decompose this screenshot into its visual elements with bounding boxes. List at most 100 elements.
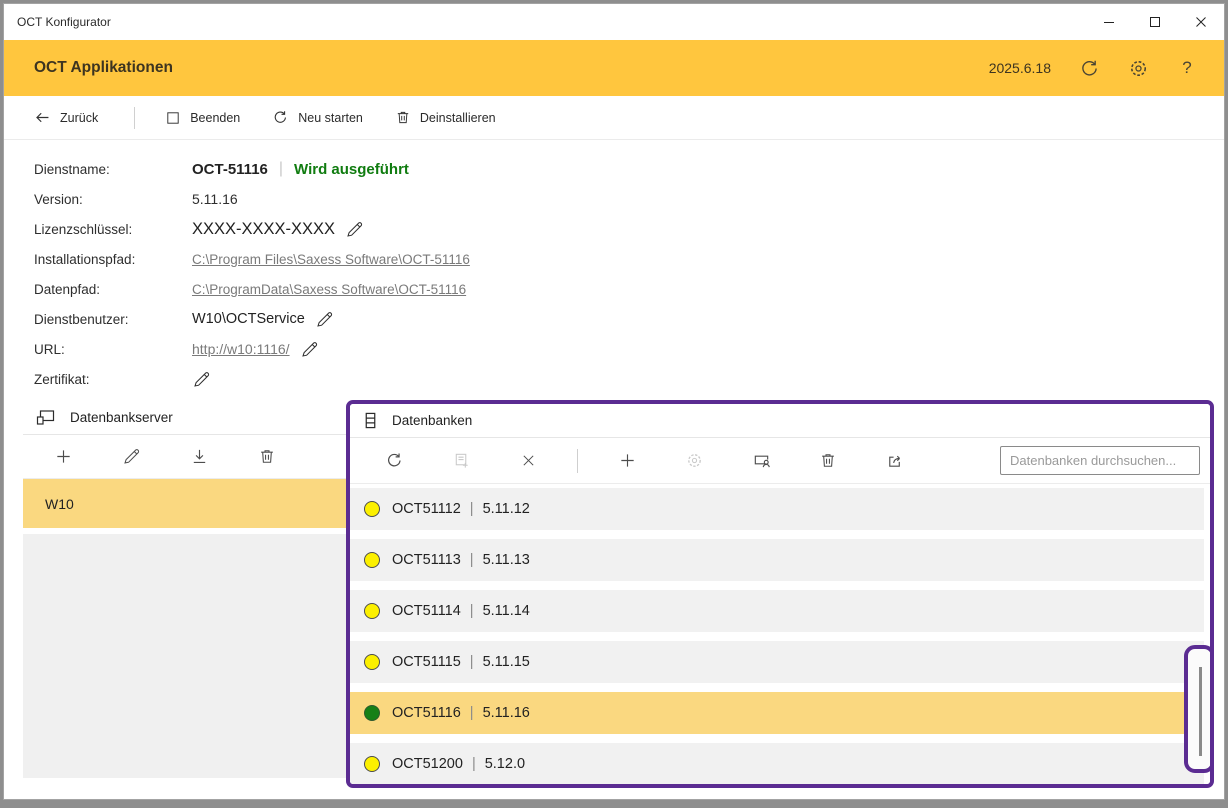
database-settings-button[interactable] (676, 445, 712, 477)
edit-license-pencil-icon[interactable] (345, 220, 364, 239)
add-server-button[interactable] (45, 441, 81, 473)
database-version: 5.12.0 (485, 756, 525, 772)
edit-certificate-pencil-icon[interactable] (192, 370, 211, 389)
database-name: OCT51116 (392, 705, 461, 721)
database-separator: | (470, 501, 474, 517)
delete-server-button[interactable] (249, 441, 285, 473)
database-separator: | (470, 603, 474, 619)
database-list-item[interactable]: OCT51200 | 5.12.0 (350, 743, 1204, 785)
refresh-databases-button[interactable] (376, 445, 412, 477)
new-from-template-button[interactable] (443, 445, 479, 477)
status-dot-yellow (364, 654, 380, 670)
stop-label: Beenden (190, 111, 240, 125)
edit-user-pencil-icon[interactable] (315, 310, 334, 329)
detail-row-datenpfad: Datenpfad: C:\ProgramData\Saxess Softwar… (34, 274, 1224, 304)
import-server-button[interactable] (181, 441, 217, 473)
status-dot-yellow (364, 756, 380, 772)
add-database-button[interactable] (609, 445, 645, 477)
action-toolbar: Zurück Beenden Neu starten Deinstalliere… (4, 96, 1224, 140)
share-export-button[interactable] (877, 445, 913, 477)
edit-url-pencil-icon[interactable] (300, 340, 319, 359)
devices-icon (35, 408, 57, 427)
database-separator: | (472, 756, 476, 772)
database-separator: | (470, 552, 474, 568)
license-key-value: XXXX-XXXX-XXXX (192, 220, 335, 239)
server-list-item[interactable]: W10 (23, 479, 346, 528)
database-name: OCT51115 (392, 654, 461, 670)
main-area: Dienstname: OCT-51116 | Wird ausgeführt … (4, 140, 1224, 800)
database-name: OCT51112 (392, 501, 461, 517)
toolbar-separator (134, 107, 135, 129)
minimize-button[interactable] (1086, 4, 1132, 40)
server-list: W10 (23, 479, 346, 782)
service-status-badge: Wird ausgeführt (294, 161, 409, 178)
uninstall-button[interactable]: Deinstallieren (395, 109, 496, 126)
database-version: 5.11.12 (483, 501, 530, 517)
detail-row-zertifikat: Zertifikat: (34, 364, 1224, 394)
database-list-item[interactable]: OCT51114|5.11.14 (350, 590, 1204, 632)
back-button[interactable]: Zurück (34, 109, 98, 126)
detail-row-dienstbenutzer: Dienstbenutzer: W10\OCTService (34, 304, 1224, 334)
delete-database-button[interactable] (810, 445, 846, 477)
version-value: 5.11.16 (192, 191, 238, 207)
field-label: Installationspfad: (34, 252, 192, 267)
database-separator: | (470, 654, 474, 670)
edit-server-button[interactable] (113, 441, 149, 473)
database-separator: | (470, 705, 474, 721)
server-toolbar (23, 435, 346, 479)
database-name: OCT51200 (392, 756, 463, 772)
database-list-item[interactable]: OCT51112 | 5.11.12 (350, 488, 1204, 530)
field-label: URL: (34, 342, 192, 357)
database-name: OCT51114 (392, 603, 461, 619)
database-icon (362, 411, 379, 430)
server-list-empty-area (23, 534, 346, 778)
manage-access-button[interactable] (743, 445, 779, 477)
database-search-input[interactable] (1000, 446, 1200, 475)
help-icon[interactable]: ? (1176, 57, 1198, 79)
gear-icon[interactable] (1127, 57, 1149, 79)
search-wrap (1000, 446, 1200, 475)
maximize-button[interactable] (1132, 4, 1178, 40)
field-label: Zertifikat: (34, 372, 192, 387)
database-list-item[interactable]: OCT51116 | 5.11.16 (350, 692, 1204, 734)
status-dot-yellow (364, 552, 380, 568)
database-list-item[interactable]: OCT51113 | 5.11.13 (350, 539, 1204, 581)
detail-row-dienstname: Dienstname: OCT-51116 | Wird ausgeführt (34, 154, 1224, 184)
database-server-panel: Datenbankserver (23, 401, 346, 782)
close-button[interactable] (1178, 4, 1224, 40)
version-date: 2025.6.18 (989, 60, 1051, 76)
uninstall-label: Deinstallieren (420, 111, 496, 125)
refresh-icon[interactable] (1078, 57, 1100, 79)
service-url-link[interactable]: http://w10:1116/ (192, 341, 290, 357)
scrollbar-thumb[interactable] (1199, 667, 1202, 756)
install-path-link[interactable]: C:\Program Files\Saxess Software\OCT-511… (192, 252, 470, 267)
detail-row-installationspfad: Installationspfad: C:\Program Files\Saxe… (34, 244, 1224, 274)
scrollbar-focus-outline (1184, 645, 1214, 773)
database-version: 5.11.16 (483, 705, 530, 721)
database-list-item[interactable]: OCT51115|5.11.15 (350, 641, 1204, 683)
server-name: W10 (45, 496, 74, 512)
status-dot-yellow (364, 603, 380, 619)
detach-database-button[interactable] (510, 445, 546, 477)
app-window: OCT Konfigurator OCT Applikationen 2025.… (3, 3, 1225, 800)
status-dot-yellow (364, 501, 380, 517)
restart-service-button[interactable]: Neu starten (272, 109, 363, 126)
databases-panel-title: Datenbanken (392, 413, 472, 428)
field-label: Datenpfad: (34, 282, 192, 297)
data-path-link[interactable]: C:\ProgramData\Saxess Software\OCT-51116 (192, 282, 466, 297)
title-bar: OCT Konfigurator (4, 4, 1224, 40)
databases-toolbar-separator (577, 449, 578, 473)
database-list: OCT51112 | 5.11.12 OCT51113 | 5.11.13 OCT51114… (350, 484, 1210, 784)
field-label: Dienstname: (34, 162, 192, 177)
status-dot-green (364, 705, 380, 721)
databases-panel: Datenbanken (346, 400, 1214, 788)
database-name: OCT51113 (392, 552, 461, 568)
service-name-value: OCT-51116 (192, 161, 268, 178)
stop-service-button[interactable]: Beenden (165, 110, 240, 126)
window-title: OCT Konfigurator (4, 15, 1086, 29)
page-title: OCT Applikationen (34, 59, 989, 77)
status-separator: | (279, 160, 283, 178)
restart-label: Neu starten (298, 111, 363, 125)
back-label: Zurück (60, 111, 98, 125)
database-version: 5.11.13 (483, 552, 530, 568)
